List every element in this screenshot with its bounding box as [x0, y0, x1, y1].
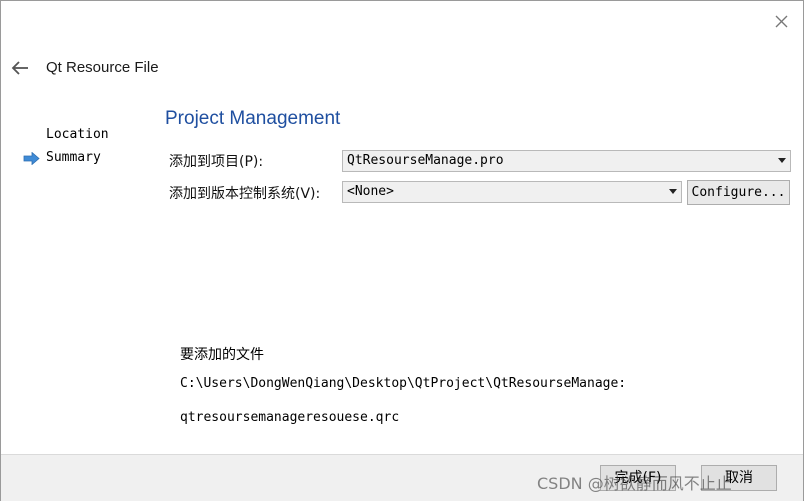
step-label: Summary [46, 150, 101, 165]
step-summary: Summary [23, 149, 109, 172]
wizard-title: Qt Resource File [46, 59, 159, 76]
project-label: 添加到项目(P): [169, 154, 264, 170]
current-step-arrow-icon [23, 152, 40, 165]
page-title: Project Management [165, 108, 341, 129]
back-button[interactable] [10, 59, 32, 77]
vcs-combobox[interactable]: <None> [342, 181, 682, 203]
wizard-window: Qt Resource File Location Summary Projec… [0, 0, 804, 501]
chevron-down-icon [669, 189, 677, 194]
file-path: C:\Users\DongWenQiang\Desktop\QtProject\… [180, 376, 627, 391]
project-combobox[interactable]: QtResourseManage.pro [342, 150, 791, 172]
configure-button[interactable]: Configure... [687, 180, 790, 205]
watermark: CSDN @树欲静而风不止止 [537, 474, 732, 493]
files-to-add-title: 要添加的文件 [180, 347, 264, 363]
step-label: Location [46, 127, 109, 142]
vcs-value: <None> [347, 184, 394, 199]
file-name: qtresoursemanageresouese.qrc [180, 410, 400, 425]
project-value: QtResourseManage.pro [347, 153, 504, 168]
back-arrow-icon [11, 61, 28, 75]
step-location: Location [23, 126, 109, 149]
wizard-steps: Location Summary [23, 126, 109, 172]
close-button[interactable] [767, 7, 795, 35]
chevron-down-icon [778, 158, 786, 163]
close-icon [775, 15, 788, 28]
vcs-label: 添加到版本控制系统(V): [169, 186, 321, 202]
